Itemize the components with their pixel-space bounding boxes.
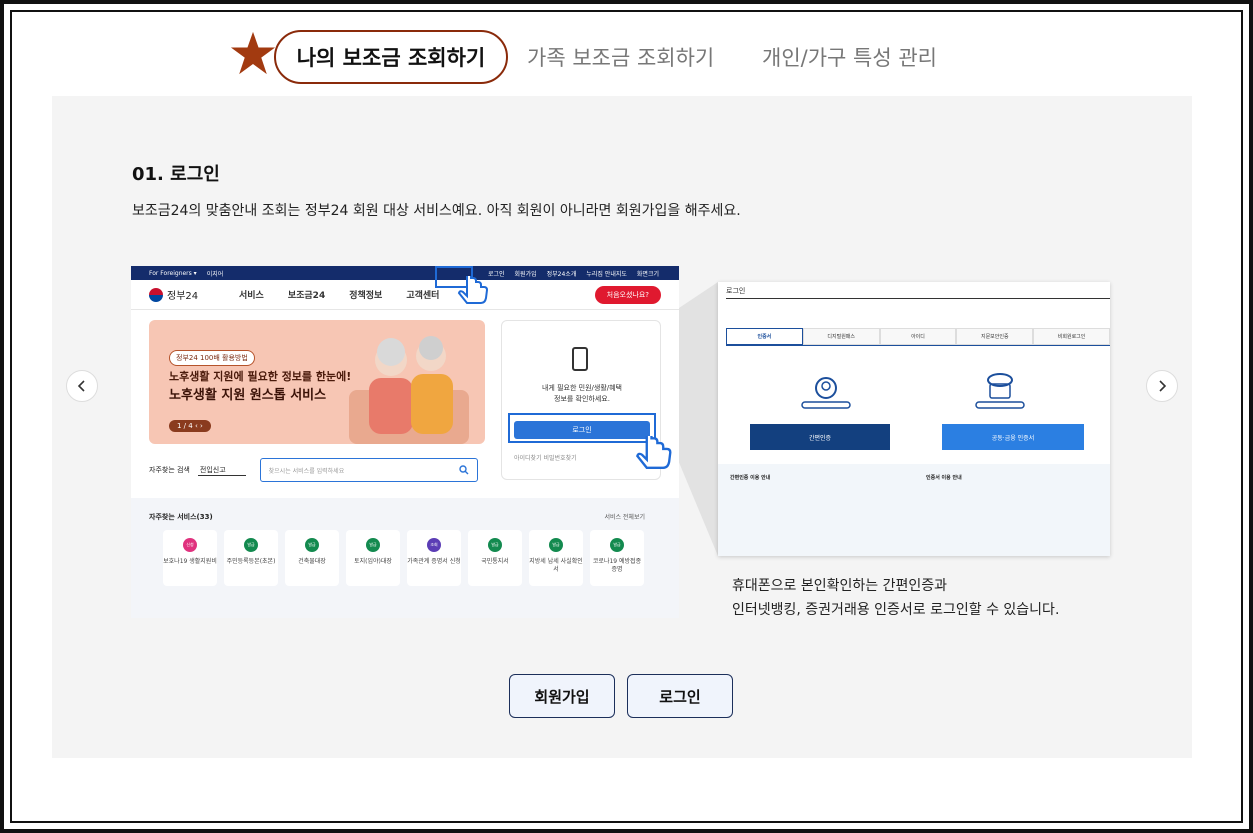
login-page-title: 로그인: [726, 287, 746, 295]
banner-pill: 정부24 100배 활용방법: [169, 350, 255, 366]
menu-support: 고객센터: [406, 291, 440, 301]
simple-auth-icon: [801, 377, 851, 409]
menu-subsidy: 보조금24: [287, 291, 326, 301]
card-label: 가족관계 증명서 신청: [407, 558, 461, 565]
search-label: 자주찾는 검색: [149, 466, 190, 474]
carousel-prev-button[interactable]: [66, 370, 98, 402]
login-title-divider: [726, 298, 1110, 299]
card-badge: 신청: [183, 538, 197, 552]
topbar-intro: 정부24소개: [546, 270, 577, 278]
service-card: 발급지방세 납세 사실확인서: [529, 530, 583, 586]
carousel-next-button[interactable]: [1146, 370, 1178, 402]
login-tab-id: 아이디: [879, 328, 957, 345]
guide-panel: 01. 로그인 보조금24의 맞춤안내 조회는 정부24 회원 대상 서비스예요…: [52, 96, 1192, 758]
info-left-title: 간편인증 이용 안내: [730, 475, 771, 481]
search-placeholder: 찾으시는 서비스를 입력하세요: [268, 467, 345, 475]
service-card: 발급토지(임야)대장: [346, 530, 400, 586]
card-badge: 발급: [366, 538, 380, 552]
search-icon: [458, 465, 469, 475]
topbar-fontsize: 화면크기: [636, 270, 659, 278]
menu-policy: 정책정보: [349, 291, 383, 301]
tab-my-subsidy[interactable]: 나의 보조금 조회하기: [274, 30, 508, 84]
card-label: 보호나19 생활지원비: [163, 558, 217, 565]
step-description: 보조금24의 맞춤안내 조회는 정부24 회원 대상 서비스예요. 아직 회원이…: [132, 203, 741, 219]
chevron-right-icon: [1159, 380, 1167, 392]
cert-login-button: 공동·금융 인증서: [942, 424, 1084, 450]
freq-cards: 신청보호나19 생활지원비 발급주민등록등본(초본) 발급건축물대장 발급토지(…: [163, 530, 644, 586]
freq-title: 자주찾는 서비스(33): [149, 513, 213, 521]
topbar-sitemap: 누리집 안내지도: [586, 270, 627, 278]
gov24-topbar: For Foreigners ▾ 이지어 로그인 회원가입 정부24소개 누리집…: [131, 266, 679, 280]
card-label: 건축물대장: [298, 558, 326, 565]
banner-pager: 1 / 4 ‹ ›: [169, 420, 211, 432]
first-visit-button: 처음오셨나요?: [594, 285, 661, 304]
caption-line1: 휴대폰으로 본인확인하는 간편인증과: [732, 578, 947, 594]
taeguk-icon: [149, 287, 163, 302]
gov24-navbar: 정부24 서비스 보조금24 정책정보 고객센터 처음오셨나요?: [131, 280, 679, 310]
login-box-links: 아이디찾기 비밀번호찾기: [514, 455, 577, 462]
tab-family-subsidy[interactable]: 가족 보조금 조회하기: [527, 42, 714, 72]
gov24-login-button: 로그인: [514, 421, 650, 439]
card-badge: 발급: [488, 538, 502, 552]
caption-line2: 인터넷뱅킹, 증권거래용 인증서로 로그인할 수 있습니다.: [732, 602, 1060, 618]
topbar-signup: 회원가입: [514, 270, 537, 278]
step-title: 01. 로그인: [132, 164, 220, 185]
chevron-left-icon: [77, 380, 85, 392]
freq-view-all: 서비스 전체보기: [604, 514, 645, 521]
login-caption: 휴대폰으로 본인확인하는 간편인증과 인터넷뱅킹, 증권거래용 인증서로 로그인…: [732, 574, 1059, 622]
banner-line2: 노후생활 지원 원스톱 서비스: [169, 388, 327, 403]
login-method-tabs: 인증서 디지털원패스 아이디 지문보안인증 비회원로그인: [726, 328, 1110, 346]
logo-text: 정부24: [167, 291, 199, 302]
promo-banner: 정부24 100배 활용방법 노후생활 지원에 필요한 정보를 한눈에! 노후생…: [149, 320, 485, 444]
search-row: 자주찾는 검색 전입신고 찾으시는 서비스를 입력하세요: [149, 458, 487, 482]
search-select: 전입신고: [197, 465, 246, 476]
card-label: 토지(임야)대장: [354, 558, 392, 565]
card-label: 코로나19 예방접종 증명: [592, 558, 642, 573]
cert-icon: [975, 373, 1025, 409]
frequent-services: 자주찾는 서비스(33) 서비스 전체보기 신청보호나19 생활지원비 발급주민…: [131, 498, 679, 618]
service-card: 조회가족관계 증명서 신청: [407, 530, 461, 586]
card-label: 주민등록등본(초본): [226, 558, 276, 565]
hand-pointer-icon: [457, 276, 489, 304]
card-badge: 조회: [427, 538, 441, 552]
login-tab-fingerprint: 지문보안인증: [956, 328, 1034, 345]
simple-auth-button: 간편인증: [750, 424, 890, 450]
menu-service: 서비스: [239, 291, 264, 301]
action-buttons: 회원가입 로그인: [509, 674, 733, 718]
card-badge: 발급: [244, 538, 258, 552]
topbar-easy: 이지어: [206, 270, 224, 278]
login-box-text-2: 정보를 확인하세요.: [554, 395, 610, 403]
card-label: 국민통지서: [481, 558, 509, 565]
login-info-section: 간편인증 이용 안내 인증서 이용 안내: [718, 464, 1110, 556]
signup-button[interactable]: 회원가입: [509, 674, 615, 718]
login-tab-guest: 비회원로그인: [1033, 328, 1110, 345]
banner-line1: 노후생활 지원에 필요한 정보를 한눈에!: [169, 370, 352, 383]
service-card: 발급주민등록등본(초본): [224, 530, 278, 586]
gov24-login-screenshot: 로그인 인증서 디지털원패스 아이디 지문보안인증 비회원로그인 간편인증 공동…: [718, 282, 1110, 556]
login-tab-cert: 인증서: [726, 328, 803, 345]
card-badge: 발급: [549, 538, 563, 552]
gov24-main-screenshot: For Foreigners ▾ 이지어 로그인 회원가입 정부24소개 누리집…: [131, 266, 679, 618]
topbar-foreigners: For Foreigners ▾: [149, 269, 197, 277]
search-box: 찾으시는 서비스를 입력하세요: [259, 458, 478, 482]
gov24-menu: 서비스 보조금24 정책정보 고객센터: [239, 288, 439, 301]
hand-pointer-icon-2: [636, 436, 672, 469]
login-box-text-1: 내게 필요한 민원/생활/혜택: [541, 384, 622, 392]
phone-icon: [572, 347, 588, 371]
service-card: 신청보호나19 생활지원비: [163, 530, 217, 586]
elderly-couple-illustration: [349, 336, 469, 444]
star-icon: [230, 31, 276, 75]
card-label: 지방세 납세 사실확인서: [529, 558, 583, 573]
service-card: 발급국민통지서: [468, 530, 522, 586]
gov24-logo: 정부24: [149, 287, 239, 302]
card-badge: 발급: [610, 538, 624, 552]
info-right-title: 인증서 이용 안내: [926, 475, 962, 481]
tab-household-management[interactable]: 개인/가구 특성 관리: [762, 42, 937, 72]
login-box-text: 내게 필요한 민원/생활/혜택 정보를 확인하세요.: [502, 383, 662, 405]
login-tab-onepass: 디지털원패스: [802, 328, 880, 345]
login-button[interactable]: 로그인: [627, 674, 733, 718]
service-card: 발급코로나19 예방접종 증명: [590, 530, 644, 586]
service-card: 발급건축물대장: [285, 530, 339, 586]
card-badge: 발급: [305, 538, 319, 552]
